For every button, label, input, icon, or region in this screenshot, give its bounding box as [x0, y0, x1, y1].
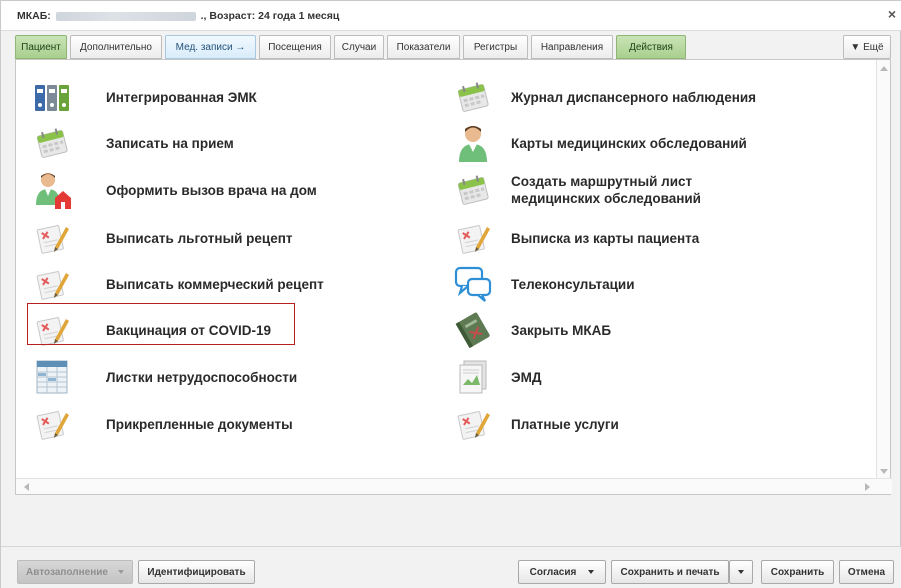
tab-7[interactable]: Регистры: [463, 35, 528, 59]
window-title-prefix: МКАБ:: [17, 10, 51, 22]
identify-button[interactable]: Идентифицировать: [138, 560, 255, 584]
chevron-down-icon: [588, 570, 595, 574]
horizontal-scrollbar[interactable]: [16, 478, 892, 494]
action-right-1[interactable]: Журнал диспансерного наблюдения: [453, 77, 781, 117]
window-titlebar: МКАБ: ., Возраст: 24 года 1 месяц ×: [1, 1, 901, 31]
prescription-icon: [32, 404, 72, 444]
action-right-2[interactable]: Карты медицинских обследований: [453, 123, 781, 163]
tab-more-button[interactable]: ▼ Ещё: [843, 35, 891, 59]
action-label: Выписать льготный рецепт: [106, 230, 293, 246]
prescription-icon: [453, 404, 493, 444]
save-print-menu-button[interactable]: [729, 560, 753, 584]
action-label: Телеконсультации: [511, 276, 635, 292]
tab-8[interactable]: Направления: [531, 35, 613, 59]
tab-4[interactable]: Посещения: [259, 35, 331, 59]
action-label: Журнал диспансерного наблюдения: [511, 89, 757, 105]
action-left-1[interactable]: Интегрированная ЭМК: [32, 77, 257, 117]
doctor-home-icon: [32, 170, 72, 210]
action-left-4[interactable]: Выписать льготный рецепт: [32, 218, 292, 258]
action-label: Платные услуги: [511, 416, 619, 432]
scroll-left-icon[interactable]: [24, 483, 29, 491]
scroll-right-icon[interactable]: [865, 483, 870, 491]
tab-6[interactable]: Показатели: [387, 35, 460, 59]
calendar-icon: [453, 170, 493, 210]
tab-2[interactable]: Дополнительно: [70, 35, 162, 59]
action-label: ЭМД: [511, 369, 542, 385]
folders-icon: [32, 77, 72, 117]
action-label: Закрыть МКАБ: [511, 322, 612, 338]
action-left-5[interactable]: Выписать коммерческий рецепт: [32, 264, 324, 304]
close-icon[interactable]: ×: [888, 7, 896, 21]
action-right-7[interactable]: ЭМД: [453, 357, 781, 397]
tab-1[interactable]: Пациент: [15, 35, 67, 59]
prescription-icon: [453, 218, 493, 258]
tab-9[interactable]: Действия: [616, 35, 686, 59]
chat-icon: [453, 264, 493, 304]
tab-bar: ▼ Ещё Пациент Дополнительно Мед. записи → По…: [15, 35, 891, 59]
action-label: Оформить вызов врача на дом: [106, 182, 317, 198]
action-left-3[interactable]: Оформить вызов врача на дом: [32, 170, 317, 210]
calendar-icon: [32, 123, 72, 163]
footer-bar: Автозаполнение Идентифицировать Согласия…: [1, 546, 901, 588]
chevron-down-icon: [117, 570, 124, 574]
book-icon: [453, 310, 493, 350]
tab-5[interactable]: Случаи: [334, 35, 384, 59]
prescription-icon: [32, 218, 72, 258]
action-label: Создать маршрутный лист медицинских обсл…: [511, 174, 701, 206]
action-right-8[interactable]: Платные услуги: [453, 404, 781, 444]
action-label: Выписка из карты пациента: [511, 230, 700, 246]
action-left-7[interactable]: Листки нетрудоспособности: [32, 357, 297, 397]
autofill-button[interactable]: Автозаполнение: [17, 560, 133, 584]
calendar-icon: [453, 77, 493, 117]
scroll-down-icon[interactable]: [880, 469, 888, 474]
action-left-2[interactable]: Записать на прием: [32, 123, 234, 163]
action-left-8[interactable]: Прикрепленные документы: [32, 404, 293, 444]
action-label: Карты медицинских обследований: [511, 135, 747, 151]
vertical-scrollbar[interactable]: [876, 60, 890, 480]
action-label: Записать на прием: [106, 135, 234, 151]
action-label: Прикрепленные документы: [106, 416, 293, 432]
mkab-window: МКАБ: ., Возраст: 24 года 1 месяц × ▼ Ещ…: [0, 0, 901, 588]
prescription-icon: [32, 264, 72, 304]
action-right-4[interactable]: Выписка из карты пациента: [453, 218, 781, 258]
window-title-suffix: ., Возраст: 24 года 1 месяц: [200, 10, 340, 22]
action-label: Интегрированная ЭМК: [106, 89, 257, 105]
action-right-6[interactable]: Закрыть МКАБ: [453, 310, 781, 350]
action-label: Выписать коммерческий рецепт: [106, 276, 324, 292]
autofill-label: Автозаполнение: [26, 566, 108, 578]
action-right-3[interactable]: Создать маршрутный лист медицинских обсл…: [453, 170, 781, 210]
tab-3[interactable]: Мед. записи →: [165, 35, 256, 59]
document-icon: [453, 357, 493, 397]
action-right-5[interactable]: Телеконсультации: [453, 264, 781, 304]
consent-button[interactable]: Согласия: [518, 560, 606, 584]
action-label: Листки нетрудоспособности: [106, 369, 298, 385]
redacted-patient-name: [55, 11, 196, 21]
save-button[interactable]: Сохранить: [761, 560, 834, 584]
spreadsheet-icon: [32, 357, 72, 397]
doctor-icon: [453, 123, 493, 163]
save-print-button[interactable]: Сохранить и печать: [611, 560, 729, 584]
scroll-up-icon[interactable]: [880, 66, 888, 71]
chevron-down-icon: [738, 570, 744, 574]
actions-panel: Интегрированная ЭМК Записать на прием Офор…: [15, 59, 892, 495]
highlight-frame: [27, 303, 295, 345]
window-title: МКАБ: ., Возраст: 24 года 1 месяц: [17, 10, 339, 22]
consent-label: Согласия: [529, 566, 577, 578]
cancel-button[interactable]: Отмена: [839, 560, 894, 584]
